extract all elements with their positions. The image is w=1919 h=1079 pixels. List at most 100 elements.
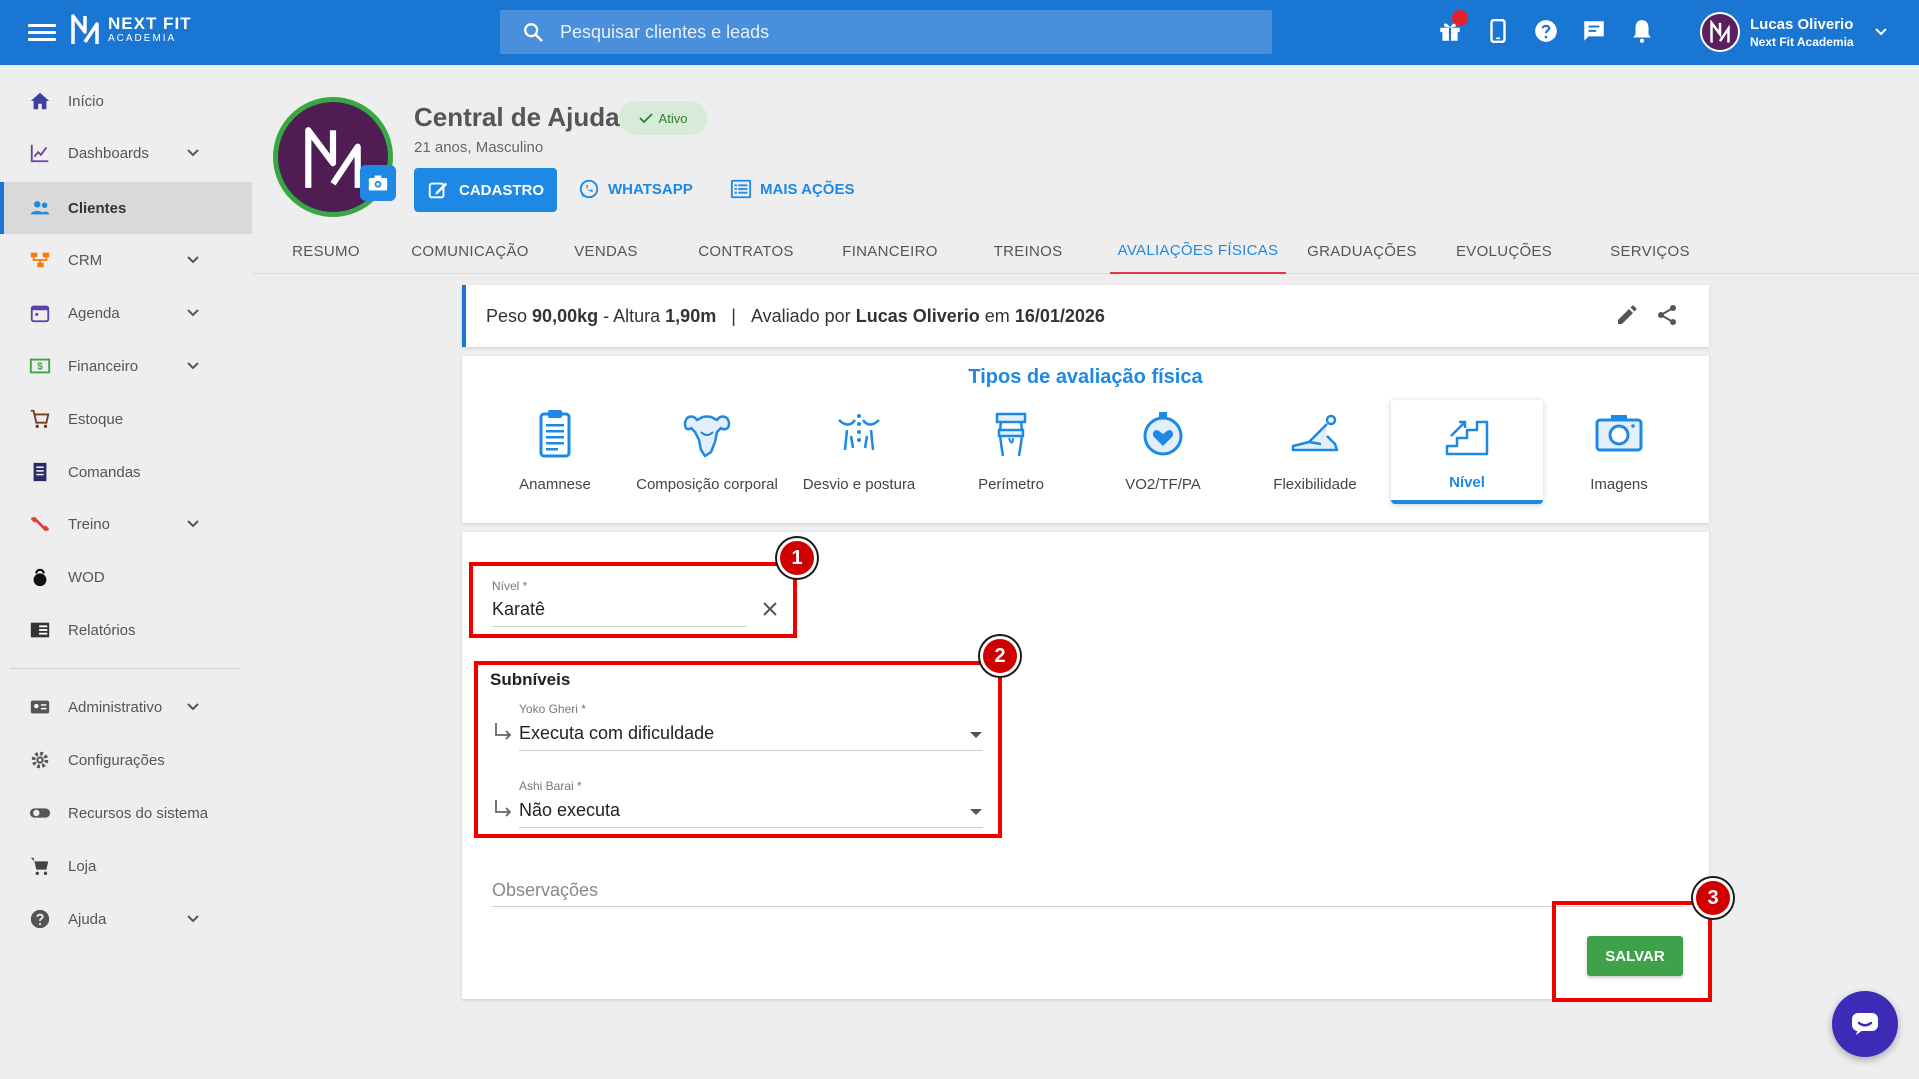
notification-dot xyxy=(1452,10,1468,26)
sidebar-item-comandas[interactable]: Comandas xyxy=(0,446,252,498)
search-input[interactable] xyxy=(560,21,1160,43)
type-vo2-tf-pa[interactable]: VO2/TF/PA xyxy=(1087,400,1239,504)
tab-contratos[interactable]: CONTRATOS xyxy=(686,228,806,274)
whatsapp-icon xyxy=(579,179,599,199)
tab-graduacoes[interactable]: GRADUAÇÕES xyxy=(1300,228,1424,274)
type-nivel[interactable]: Nível xyxy=(1391,400,1543,504)
type-label: Anamnese xyxy=(519,476,591,493)
type-desvio-postura[interactable]: Desvio e postura xyxy=(783,400,935,504)
sidebar-item-label: Comandas xyxy=(68,463,141,481)
annotation-number-2: 2 xyxy=(980,636,1020,676)
sidebar-item-inicio[interactable]: Início xyxy=(0,75,252,127)
sidebar-item-recursos[interactable]: Recursos do sistema xyxy=(0,787,252,839)
sidebar-item-crm[interactable]: CRM xyxy=(0,234,252,286)
whatsapp-button[interactable]: WHATSAPP xyxy=(578,178,693,200)
user-menu[interactable]: Lucas Oliverio Next Fit Academia xyxy=(1700,12,1888,52)
chat-support-button[interactable] xyxy=(1832,991,1898,1057)
sidebar-item-agenda[interactable]: Agenda xyxy=(0,287,252,339)
report-icon xyxy=(28,618,52,642)
tab-vendas[interactable]: VENDAS xyxy=(556,228,656,274)
annotation-number-3: 3 xyxy=(1693,878,1733,918)
sidebar-item-label: Clientes xyxy=(68,199,127,217)
sidebar-item-dashboards[interactable]: Dashboards xyxy=(0,127,252,179)
observacoes-underline xyxy=(492,906,1684,907)
edit-icon xyxy=(428,182,448,199)
sidebar-item-label: CRM xyxy=(68,251,103,269)
type-composicao-corporal[interactable]: Composição corporal xyxy=(631,400,783,504)
client-name: Central de Ajuda xyxy=(414,102,620,132)
stairs-icon xyxy=(1445,420,1489,456)
receipt-icon xyxy=(28,460,52,484)
next-fit-logo-icon xyxy=(1710,20,1730,43)
gift-button[interactable] xyxy=(1436,10,1468,46)
mobile-app-button[interactable] xyxy=(1484,16,1512,46)
tab-financeiro[interactable]: FINANCEIRO xyxy=(830,228,950,274)
chevron-down-icon xyxy=(187,256,199,264)
kettlebell-icon xyxy=(28,565,52,589)
tab-resumo[interactable]: RESUMO xyxy=(276,228,376,274)
help-icon xyxy=(1535,20,1557,42)
sidebar-item-estoque[interactable]: Estoque xyxy=(0,393,252,445)
sidebar-item-clientes[interactable]: Clientes xyxy=(0,182,252,234)
sidebar-item-financeiro[interactable]: $ Financeiro xyxy=(0,340,252,392)
sidebar-item-configuracoes[interactable]: Configurações xyxy=(0,734,252,786)
menu-icon[interactable] xyxy=(28,20,56,44)
cadastro-button[interactable]: CADASTRO xyxy=(414,168,557,212)
gear-icon xyxy=(28,748,52,772)
bell-icon xyxy=(1633,20,1651,43)
measure-tape-icon xyxy=(995,412,1027,457)
annotation-number-1: 1 xyxy=(777,538,817,578)
sidebar-item-loja[interactable]: Loja xyxy=(0,840,252,892)
type-imagens[interactable]: Imagens xyxy=(1543,400,1695,504)
people-icon xyxy=(28,196,52,220)
tab-evolucoes[interactable]: EVOLUÇÕES xyxy=(1444,228,1564,274)
user-organization: Next Fit Academia xyxy=(1750,34,1854,49)
status-badge-label: Ativo xyxy=(658,110,688,126)
list-icon xyxy=(730,179,752,199)
sidebar-item-label: Loja xyxy=(68,857,97,875)
chevron-down-icon xyxy=(187,703,199,711)
help-button[interactable] xyxy=(1532,16,1560,46)
chevron-down-icon xyxy=(187,520,199,528)
edit-pencil-icon[interactable] xyxy=(1615,303,1639,327)
search-bar[interactable] xyxy=(500,10,1272,54)
chart-icon xyxy=(28,141,52,165)
type-perimetro[interactable]: Perímetro xyxy=(935,400,1087,504)
next-fit-logo-icon xyxy=(71,14,99,44)
tab-servicos[interactable]: SERVIÇOS xyxy=(1590,228,1710,274)
cart-icon xyxy=(28,854,52,878)
notifications-button[interactable] xyxy=(1628,16,1656,46)
share-icon[interactable] xyxy=(1655,303,1679,327)
sidebar-item-label: Início xyxy=(68,92,104,110)
sidebar-item-treino[interactable]: Treino xyxy=(0,498,252,550)
tab-comunicacao[interactable]: COMUNICAÇÃO xyxy=(400,228,540,274)
avatar xyxy=(1700,12,1740,52)
altura-value: 1,90m xyxy=(665,305,717,326)
sidebar-item-label: Treino xyxy=(68,515,110,533)
more-actions-button[interactable]: MAIS AÇÕES xyxy=(730,178,854,200)
type-flexibilidade[interactable]: Flexibilidade xyxy=(1239,400,1391,504)
brand-logo[interactable]: NEXT FIT ACADEMIA xyxy=(70,12,192,46)
camera-icon xyxy=(368,175,388,191)
chat-bubble-icon xyxy=(1852,1013,1878,1035)
tab-avaliacoes-fisicas[interactable]: AVALIAÇÕES FÍSICAS xyxy=(1110,228,1286,274)
separator: | xyxy=(731,305,736,326)
sidebar-item-label: Recursos do sistema xyxy=(68,804,209,822)
stretch-icon xyxy=(1291,414,1339,452)
change-photo-button[interactable] xyxy=(360,165,396,201)
type-anamnese[interactable]: Anamnese xyxy=(479,400,631,504)
muscle-torso-icon xyxy=(683,415,731,458)
sidebar-item-ajuda[interactable]: Ajuda xyxy=(0,893,252,945)
id-card-icon xyxy=(28,695,52,719)
chevron-down-icon xyxy=(187,362,199,370)
sidebar-item-relatorios[interactable]: Relatórios xyxy=(0,604,252,656)
tab-treinos[interactable]: TREINOS xyxy=(968,228,1088,274)
top-app-bar: NEXT FIT ACADEMIA Lucas Oliverio Ne xyxy=(0,0,1919,65)
messages-button[interactable] xyxy=(1580,16,1608,46)
brand-name: NEXT FIT xyxy=(108,13,192,33)
sidebar-item-administrativo[interactable]: Administrativo xyxy=(0,681,252,733)
top-actions xyxy=(1436,10,1656,46)
sidebar-item-wod[interactable]: WOD xyxy=(0,551,252,603)
observacoes-field[interactable]: Observações xyxy=(492,880,598,901)
chevron-down-icon xyxy=(187,149,199,157)
